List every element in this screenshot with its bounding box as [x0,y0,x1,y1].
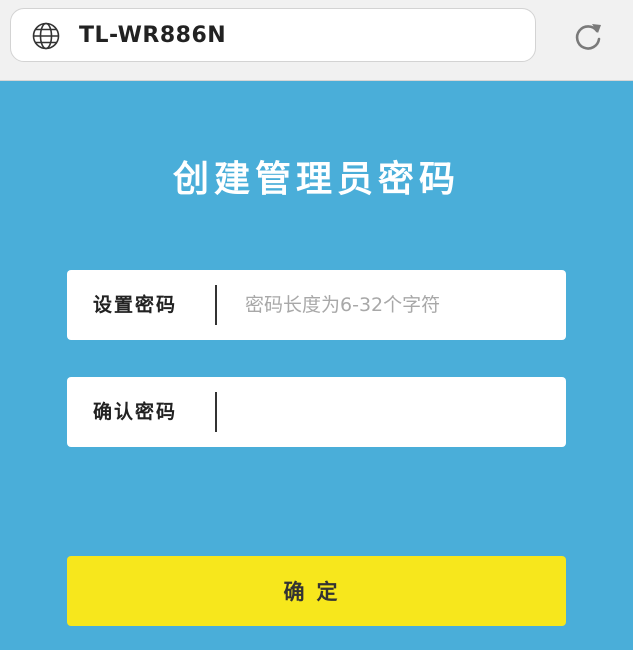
confirm-password-input[interactable] [227,389,547,435]
address-bar[interactable]: TL-WR886N [10,8,536,62]
text-cursor [215,285,217,325]
globe-icon [32,22,60,50]
set-password-label: 设置密码 [93,294,178,316]
confirm-password-label: 确认密码 [93,401,178,423]
reload-icon[interactable] [571,20,605,54]
url-text[interactable]: TL-WR886N [79,22,226,50]
confirm-button[interactable]: 确定 [67,556,566,626]
field-divider [215,392,217,432]
browser-toolbar: TL-WR886N [0,0,633,81]
set-password-field: 设置密码 [67,270,566,340]
set-password-input[interactable] [227,282,547,328]
page-title: 创建管理员密码 [172,158,460,200]
confirm-password-field: 确认密码 [67,377,566,447]
